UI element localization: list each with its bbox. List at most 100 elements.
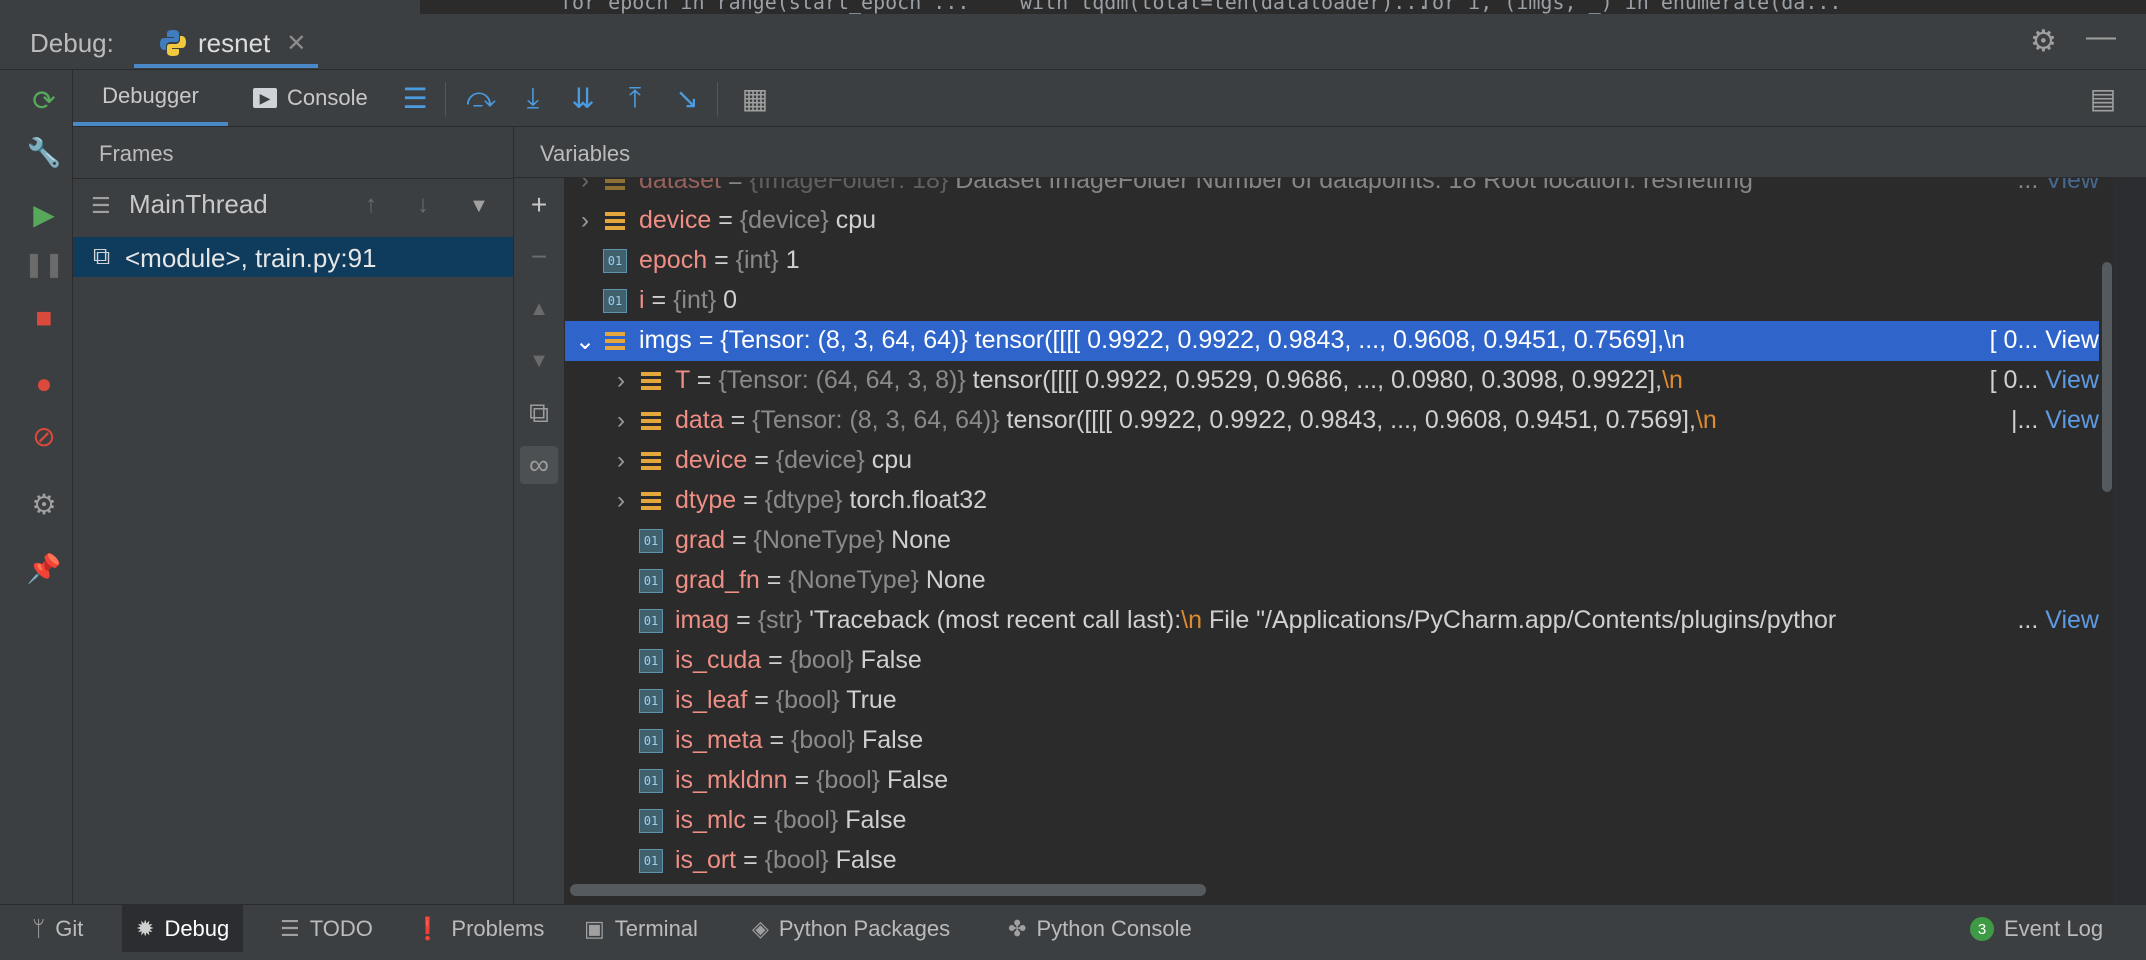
horizontal-scrollbar-thumb[interactable] bbox=[570, 884, 1206, 896]
step-over-icon[interactable]: ⤼ bbox=[461, 78, 501, 118]
rerun-icon[interactable]: ⟳ bbox=[24, 80, 64, 120]
chevron-right-icon[interactable]: › bbox=[609, 407, 633, 435]
pin-icon[interactable]: 📌 bbox=[24, 548, 64, 588]
variable-row[interactable]: › device = {device} cpu bbox=[565, 201, 2099, 241]
object-icon bbox=[603, 209, 627, 233]
editor-breadcrumb-strip: for epoch in range(start_epoch ... with … bbox=[0, 0, 2146, 15]
toolwindow-event-log[interactable]: 3 Event Log bbox=[1956, 905, 2117, 953]
evaluate-expression-icon[interactable]: ▦ bbox=[735, 78, 775, 118]
watches-glasses-icon[interactable]: ∞ bbox=[520, 446, 558, 484]
editor-crumb[interactable]: for epoch in range(start_epoch ... bbox=[560, 0, 969, 14]
variable-name: is_mkldnn bbox=[675, 766, 788, 794]
variable-row[interactable]: › T = {Tensor: (64, 64, 3, 8)} tensor([[[… bbox=[565, 361, 2099, 401]
variable-row[interactable]: ⌄ imgs = {Tensor: (8, 3, 64, 64)} tensor(… bbox=[565, 321, 2099, 361]
run-to-cursor-icon[interactable]: ↘ bbox=[667, 78, 707, 118]
toolwindow-problems[interactable]: ❗ Problems bbox=[400, 905, 558, 953]
variable-type: {bool} bbox=[775, 686, 840, 714]
tab-debugger[interactable]: Debugger bbox=[73, 70, 228, 126]
ellipsis: ... bbox=[2017, 178, 2039, 194]
pause-icon[interactable]: ❚❚ bbox=[24, 244, 64, 284]
variable-name: is_ort bbox=[675, 846, 737, 874]
view-link[interactable]: View bbox=[2045, 606, 2099, 634]
variable-row[interactable]: 01 grad_fn = {NoneType} None bbox=[565, 561, 2099, 601]
variable-text: grad_fn = {NoneType} None bbox=[675, 566, 986, 595]
object-icon bbox=[603, 178, 627, 193]
toolwindow-terminal[interactable]: ▣ Terminal bbox=[570, 905, 712, 953]
step-into-icon[interactable]: ⤓ bbox=[513, 78, 553, 118]
chevron-right-icon[interactable]: › bbox=[609, 447, 633, 475]
move-down-icon[interactable]: ▼ bbox=[520, 342, 558, 380]
variable-type: {bool} bbox=[764, 846, 829, 874]
next-frame-icon[interactable]: ↓ bbox=[417, 191, 429, 219]
variable-type: {bool} bbox=[789, 646, 854, 674]
variable-row[interactable]: › dtype = {dtype} torch.float32 bbox=[565, 481, 2099, 521]
editor-crumb[interactable]: with tqdm(total=len(dataloader)... bbox=[1020, 0, 1429, 14]
view-link[interactable]: View bbox=[2045, 178, 2099, 194]
variable-row[interactable]: 01 is_mkldnn = {bool} False bbox=[565, 761, 2099, 801]
view-link[interactable]: View bbox=[2045, 326, 2099, 354]
variable-row[interactable]: 01 imag = {str} 'Traceback (most recent c… bbox=[565, 601, 2099, 641]
previous-frame-icon[interactable]: ↑ bbox=[365, 191, 377, 219]
editor-crumb[interactable]: for i, (imgs, _) in enumerate(da... bbox=[1420, 0, 1841, 14]
new-watch-icon[interactable]: + bbox=[520, 186, 558, 224]
mute-breakpoints-icon[interactable]: ⊘ bbox=[24, 416, 64, 456]
toolwindow-todo[interactable]: ☰ TODO bbox=[266, 905, 387, 953]
wrench-icon[interactable]: 🔧 bbox=[24, 132, 64, 172]
variable-row[interactable]: 01 epoch = {int} 1 bbox=[565, 241, 2099, 281]
variable-row[interactable]: 01 grad = {NoneType} None bbox=[565, 521, 2099, 561]
variable-text: T = {Tensor: (64, 64, 3, 8)} tensor([[[[… bbox=[675, 366, 1683, 395]
toolwindow-todo-label: TODO bbox=[309, 916, 373, 941]
view-link[interactable]: View bbox=[2045, 406, 2099, 434]
stop-icon[interactable]: ■ bbox=[24, 298, 64, 338]
equals-sign: = bbox=[736, 846, 765, 874]
chevron-right-icon[interactable]: › bbox=[573, 178, 597, 195]
debugger-toolbar: Debugger ▶ Console ☰ ⤼ ⤓ ⇊ ⤒ ↘ ▦ ▤ bbox=[73, 70, 2146, 127]
toolwindow-python-packages-label: Python Packages bbox=[778, 916, 951, 941]
variable-text: imgs = {Tensor: (8, 3, 64, 64)} tensor([… bbox=[639, 326, 1685, 355]
run-config-tab-label: resnet bbox=[198, 27, 271, 58]
thread-selector[interactable]: ☰ MainThread ↑ ↓ ▼ bbox=[73, 179, 513, 231]
variable-name: device bbox=[675, 446, 748, 474]
settings-icon[interactable]: ⚙ bbox=[24, 484, 64, 524]
move-up-icon[interactable]: ▲ bbox=[520, 290, 558, 328]
toolwindow-python-console[interactable]: ✤ Python Console bbox=[994, 905, 1206, 953]
step-into-my-code-icon[interactable]: ⇊ bbox=[563, 78, 603, 118]
variable-row[interactable]: 01 is_mlc = {bool} False bbox=[565, 801, 2099, 841]
python-icon bbox=[160, 30, 186, 56]
chevron-down-icon[interactable]: ⌄ bbox=[573, 327, 597, 356]
chevron-down-icon[interactable]: ▼ bbox=[469, 195, 489, 218]
chevron-right-icon[interactable]: › bbox=[573, 207, 597, 235]
variable-row[interactable]: 01 is_cuda = {bool} False bbox=[565, 641, 2099, 681]
toolwindow-python-packages[interactable]: ◈ Python Packages bbox=[738, 905, 964, 953]
toolwindow-debug[interactable]: ✹ Debug bbox=[122, 905, 244, 953]
minimize-icon[interactable]: — bbox=[2086, 20, 2116, 54]
variable-row[interactable]: 01 is_meta = {bool} False bbox=[565, 721, 2099, 761]
problems-icon: ❗ bbox=[414, 916, 442, 941]
variable-row[interactable]: › device = {device} cpu bbox=[565, 441, 2099, 481]
variable-row[interactable]: 01 i = {int} 0 bbox=[565, 281, 2099, 321]
layout-menu-icon[interactable]: ☰ bbox=[395, 78, 435, 118]
copy-icon[interactable]: ⧉ bbox=[520, 394, 558, 432]
gear-icon[interactable]: ⚙ bbox=[2030, 24, 2057, 59]
tab-console-label: Console bbox=[287, 85, 368, 110]
chevron-right-icon[interactable]: › bbox=[609, 367, 633, 395]
variable-row[interactable]: 01 is_ort = {bool} False bbox=[565, 841, 2099, 878]
variable-type: {NoneType} bbox=[753, 526, 885, 554]
resume-icon[interactable]: ▶ bbox=[24, 194, 64, 234]
restore-layout-icon[interactable]: ▤ bbox=[2083, 78, 2123, 118]
close-icon[interactable]: ✕ bbox=[286, 29, 306, 58]
view-breakpoints-icon[interactable]: ● bbox=[24, 364, 64, 404]
chevron-right-icon[interactable]: › bbox=[609, 487, 633, 515]
toolwindow-git[interactable]: ᛘ Git bbox=[18, 905, 97, 953]
tab-console[interactable]: ▶ Console bbox=[253, 70, 368, 126]
frame-item[interactable]: ⧉ <module>, train.py:91 bbox=[73, 237, 513, 277]
frames-panel: Frames ☰ MainThread ↑ ↓ ▼ ⧉ <module>, tr… bbox=[73, 127, 514, 904]
run-config-tab[interactable]: resnet ✕ bbox=[134, 22, 319, 68]
variable-row[interactable]: 01 is_leaf = {bool} True bbox=[565, 681, 2099, 721]
variable-row[interactable]: › data = {Tensor: (8, 3, 64, 64)} tensor(… bbox=[565, 401, 2099, 441]
remove-watch-icon[interactable]: − bbox=[520, 238, 558, 276]
vertical-scrollbar-thumb[interactable] bbox=[2102, 262, 2112, 492]
view-link[interactable]: View bbox=[2045, 366, 2099, 394]
step-out-icon[interactable]: ⤒ bbox=[615, 78, 655, 118]
variable-row[interactable]: › dataset = {ImageFolder: 18} Dataset Ima… bbox=[565, 178, 2099, 201]
